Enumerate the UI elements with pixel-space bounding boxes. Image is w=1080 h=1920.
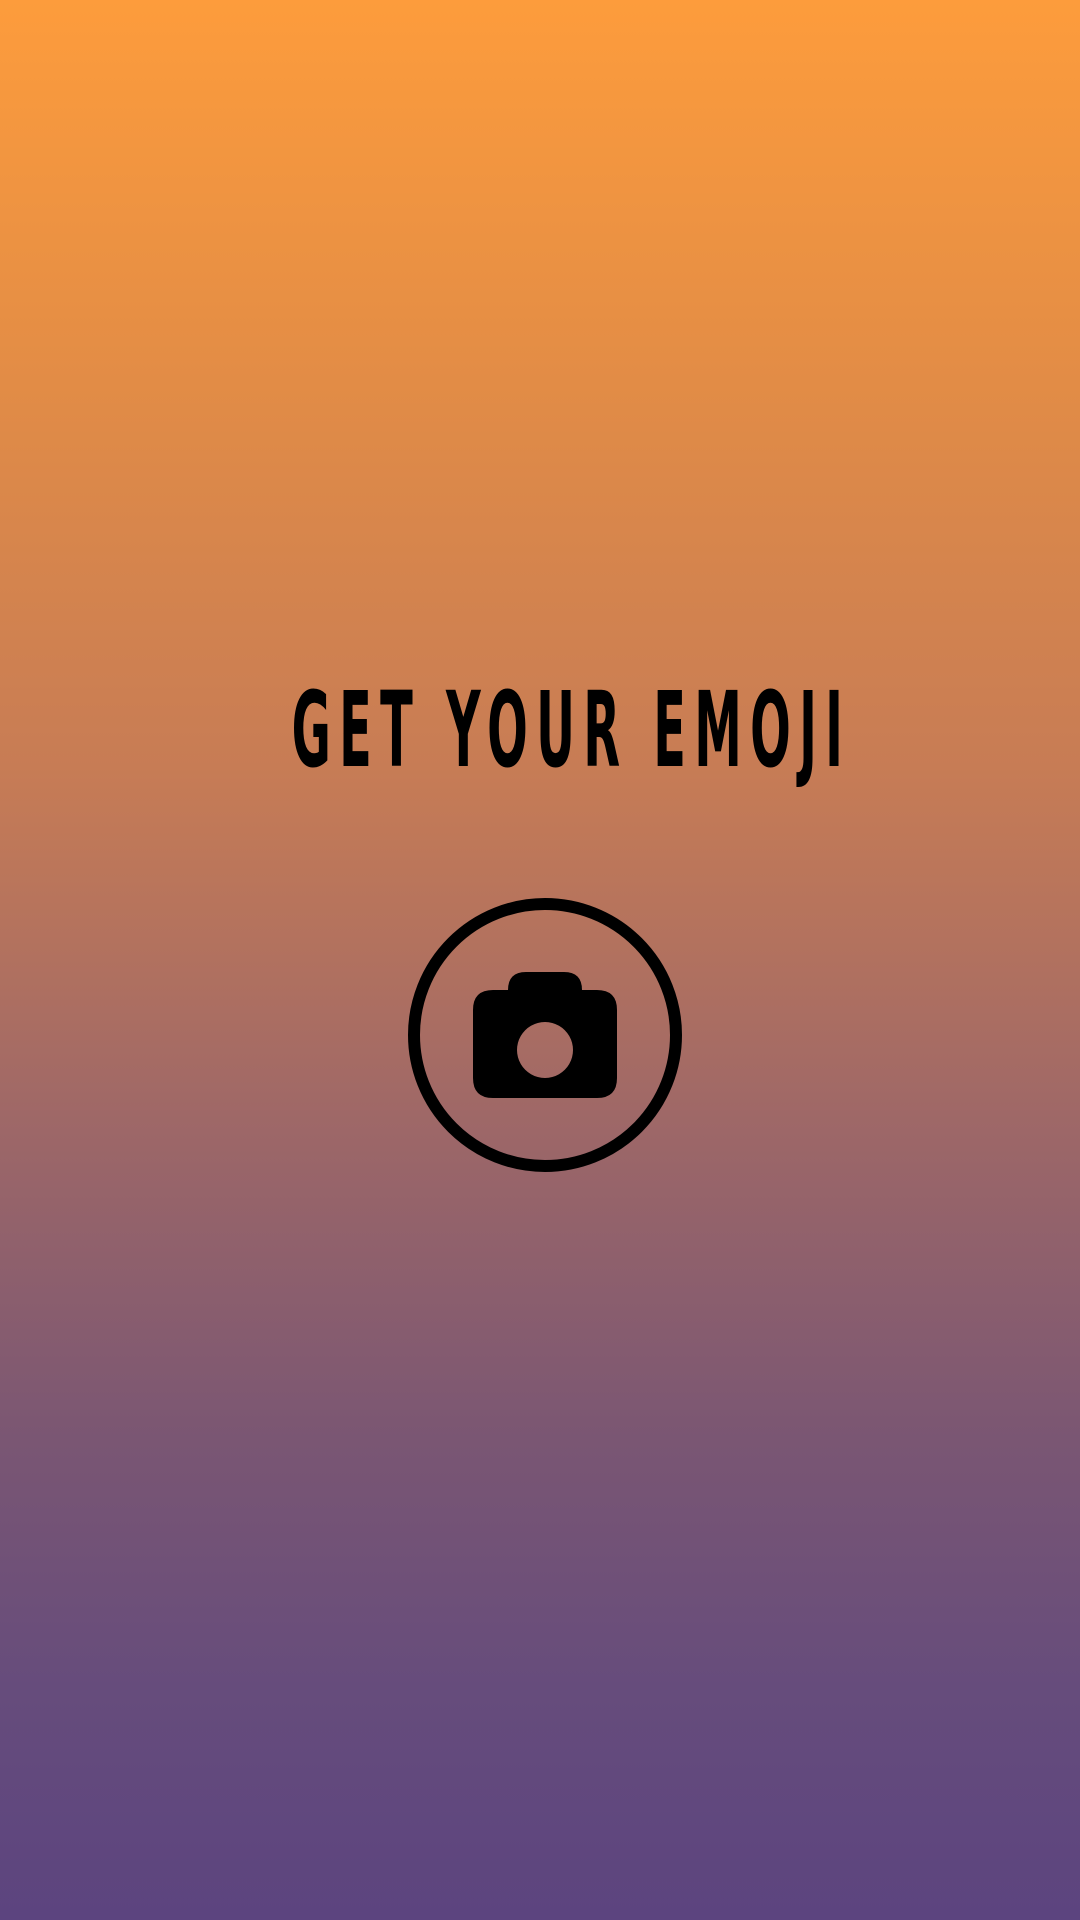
camera-button[interactable] [408, 898, 682, 1172]
camera-icon [473, 972, 617, 1098]
app-screen: GET YOUR EMOJI [0, 0, 1080, 1920]
page-title: GET YOUR EMOJI [291, 669, 852, 791]
